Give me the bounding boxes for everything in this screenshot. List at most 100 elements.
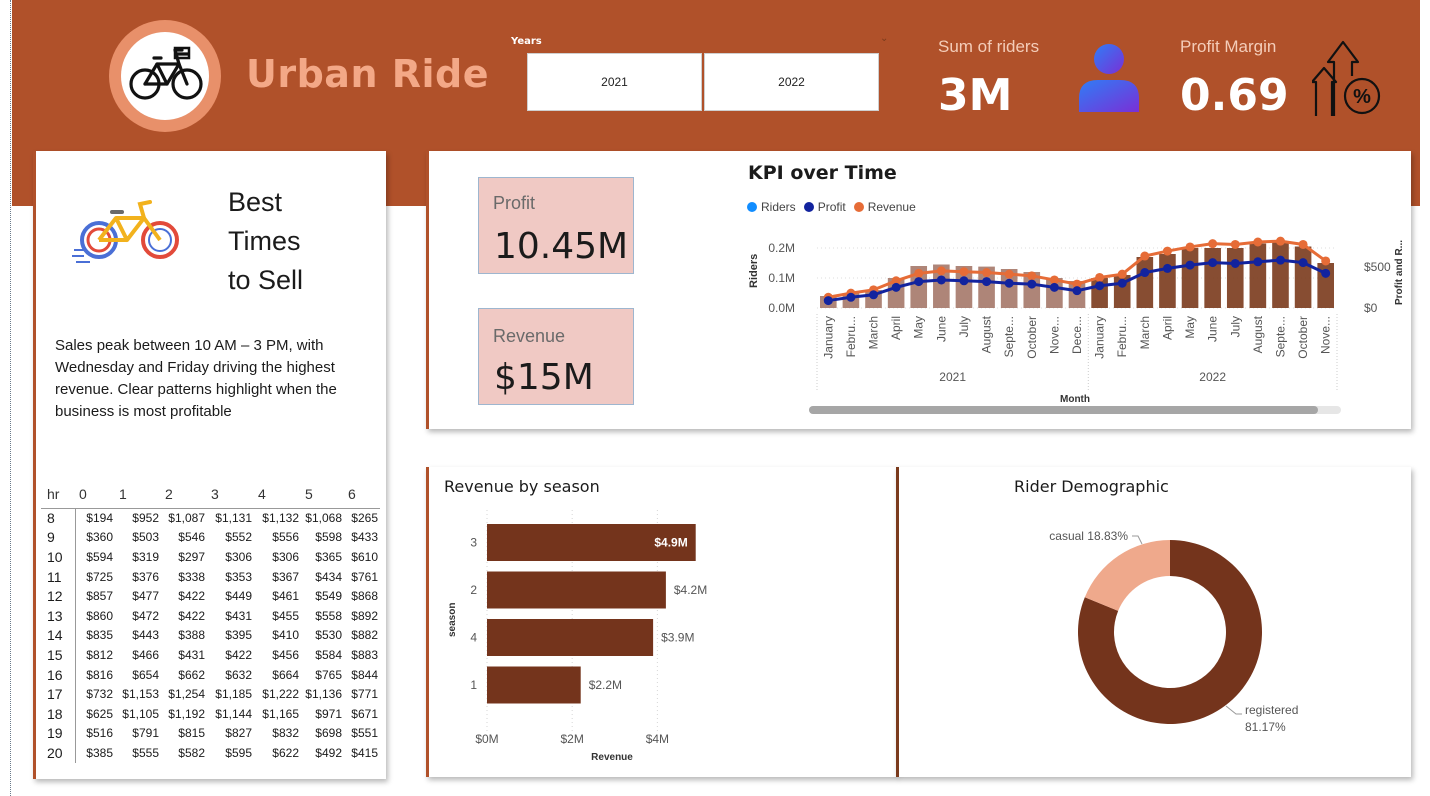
profit-point xyxy=(869,290,879,300)
table-row[interactable]: 10 $594 $319 $297 $306 $306 $365 $610 xyxy=(41,547,380,567)
month-tick-label: April xyxy=(1160,316,1174,340)
revenue-cell: $415 xyxy=(351,745,378,760)
y-tick-label: 0.2M xyxy=(768,241,795,255)
table-row[interactable]: 17 $732 $1,153 $1,254 $1,185 $1,222 $1,136 $771 xyxy=(41,684,380,704)
revenue-cell: $395 xyxy=(225,628,252,643)
revenue-cell: $455 xyxy=(272,608,299,623)
profit-point xyxy=(914,277,924,287)
column-header[interactable]: hr xyxy=(41,480,75,508)
revenue-cell: $1,185 xyxy=(215,687,252,702)
revenue-cell: $194 xyxy=(75,507,115,528)
revenue-point xyxy=(1275,236,1285,246)
table-row[interactable]: 16 $816 $654 $662 $632 $664 $765 $844 xyxy=(41,664,380,685)
revenue-cell: $422 xyxy=(225,647,252,662)
revenue-point xyxy=(1185,242,1195,252)
best-times-title: Best Times to Sell xyxy=(228,183,303,300)
table-row[interactable]: 12 $857 $477 $422 $449 $461 $549 $868 xyxy=(41,586,380,606)
revenue-cell: $662 xyxy=(178,667,205,682)
legend-item-profit[interactable]: Profit xyxy=(803,200,846,214)
table-row[interactable]: 20 $385 $555 $582 $595 $622 $492 $415 xyxy=(41,743,380,763)
column-header[interactable]: 2 xyxy=(161,480,207,508)
revenue-cell: $338 xyxy=(178,569,205,584)
x-axis-label: Month xyxy=(1060,394,1090,405)
revenue-point xyxy=(982,268,992,278)
column-header[interactable]: 6 xyxy=(344,480,380,508)
revenue-cell: $472 xyxy=(132,608,159,623)
table-row[interactable]: 9 $360 $503 $546 $552 $556 $598 $433 xyxy=(41,527,380,548)
revenue-cell: $584 xyxy=(315,647,342,662)
bar-value-label: $3.9M xyxy=(661,631,694,645)
colorful-bicycle-icon xyxy=(72,196,187,270)
riders-bar xyxy=(1226,248,1244,308)
revenue-cell: $431 xyxy=(178,647,205,662)
column-header[interactable]: 0 xyxy=(75,480,115,508)
riders-bar xyxy=(1272,242,1289,308)
revenue-point xyxy=(959,267,969,277)
revenue-cell: $365 xyxy=(315,549,342,564)
table-row[interactable]: 13 $860 $472 $422 $431 $455 $558 $892 xyxy=(41,605,380,626)
sum-riders-label: Sum of riders xyxy=(938,37,1040,56)
table-row[interactable]: 11 $725 $376 $338 $353 $367 $434 $761 xyxy=(41,566,380,587)
revenue-cell: $832 xyxy=(272,726,299,741)
profit-point xyxy=(1230,258,1240,268)
bar-value-label: $4.9M xyxy=(654,536,687,550)
revenue-point xyxy=(1253,237,1263,247)
month-tick-label: Septe... xyxy=(1002,316,1016,357)
revenue-cell: $1,153 xyxy=(122,687,159,702)
y2-axis-label: Profit and R... xyxy=(1394,240,1405,305)
revenue-cell: $1,192 xyxy=(168,706,205,721)
revenue-cell: $306 xyxy=(272,549,299,564)
month-tick-label: October xyxy=(1296,316,1310,359)
riders-bar xyxy=(1181,248,1199,308)
revenue-cell: $492 xyxy=(315,745,342,760)
legend-item-revenue[interactable]: Revenue xyxy=(853,200,916,214)
hour-cell: 20 xyxy=(41,743,76,763)
growth-percent-icon: % xyxy=(1310,40,1386,122)
years-slicer-label: Years xyxy=(511,36,542,47)
revenue-cell: $1,136 xyxy=(305,687,342,702)
revenue-cell: $622 xyxy=(272,745,299,760)
label-leader-line xyxy=(1225,705,1242,715)
profit-point xyxy=(1140,268,1150,278)
profit-point xyxy=(936,275,946,285)
best-times-title-line-3: to Sell xyxy=(228,265,304,295)
revenue-cell: $376 xyxy=(132,569,159,584)
table-row[interactable]: 18 $625 $1,105 $1,192 $1,144 $1,165 $971 $671 xyxy=(41,703,380,724)
horizontal-scrollbar-thumb[interactable] xyxy=(809,406,1318,414)
revenue-cell: $319 xyxy=(132,549,159,564)
revenue-cell: $265 xyxy=(344,507,380,528)
revenue-cell: $1,222 xyxy=(262,687,299,702)
column-header[interactable]: 3 xyxy=(207,480,254,508)
table-row[interactable]: 8 $194 $952 $1,087 $1,131 $1,132 $1,068 $265 xyxy=(41,507,380,528)
table-row[interactable]: 15 $812 $466 $431 $422 $456 $584 $883 xyxy=(41,645,380,665)
svg-text:%: % xyxy=(1353,86,1371,108)
table-row[interactable]: 19 $516 $791 $815 $827 $832 $698 $551 xyxy=(41,723,380,744)
y-axis-label: Riders xyxy=(748,254,760,288)
revenue-cell: $552 xyxy=(225,530,252,545)
revenue-cell: $632 xyxy=(225,667,252,682)
profit-point xyxy=(959,276,969,286)
revenue-cell: $1,068 xyxy=(301,507,344,528)
y2-tick-label: $0 xyxy=(1364,301,1378,315)
year-button-2021[interactable]: 2021 xyxy=(527,53,702,111)
hour-weekday-revenue-table: hr 0 1 2 3 4 5 6 8 $194 $952 $1,087 $1,131 $1… xyxy=(41,480,380,763)
legend-item-riders[interactable]: Riders xyxy=(747,200,796,214)
revenue-point xyxy=(1321,256,1331,266)
profit-point xyxy=(1004,278,1014,288)
season-tick-label: 2 xyxy=(470,583,477,597)
kpi-chart-title: KPI over Time xyxy=(748,162,897,184)
bar-value-label: $4.2M xyxy=(674,583,707,597)
year-button-2022[interactable]: 2022 xyxy=(704,53,879,111)
column-header[interactable]: 1 xyxy=(115,480,161,508)
month-tick-label: Nove... xyxy=(1047,316,1061,354)
hour-cell: 14 xyxy=(41,625,76,646)
slicer-menu-icon[interactable]: ⌄ xyxy=(880,33,888,44)
sum-riders-value: 3M xyxy=(938,70,1013,121)
column-header[interactable]: 4 xyxy=(254,480,301,508)
column-header[interactable]: 5 xyxy=(301,480,344,508)
riders-bar xyxy=(1159,254,1176,308)
revenue-cell: $594 xyxy=(86,549,113,564)
table-row[interactable]: 14 $835 $443 $388 $395 $410 $530 $882 xyxy=(41,625,380,646)
profit-point xyxy=(982,277,992,287)
month-tick-label: May xyxy=(1183,316,1197,339)
